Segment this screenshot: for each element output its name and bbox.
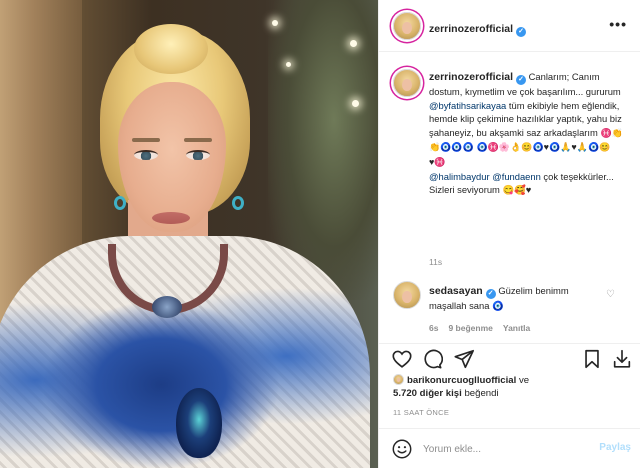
likes-connector: ve: [516, 375, 530, 386]
post-side-panel: zerrinozerofficial ✓ ••• zerrinozeroffici…: [378, 0, 640, 468]
comment-likes[interactable]: 9 beğenme: [448, 323, 492, 333]
paper-plane-icon[interactable]: [453, 348, 475, 370]
comments-list[interactable]: zerrinozerofficial ✓ Canlarım; Canım dost…: [379, 53, 640, 343]
comment-meta: 6s 9 beğenme Yanıtla: [429, 323, 540, 333]
bookmark-icon[interactable]: [581, 348, 603, 370]
likes-suffix: beğendi: [461, 388, 499, 399]
comment-input[interactable]: [423, 439, 583, 459]
caption-mention[interactable]: @fundaenn: [492, 171, 541, 182]
caption-emojis: ♥♓: [429, 156, 446, 167]
subject-eye: [134, 150, 158, 160]
background-light: [352, 100, 359, 107]
heart-icon[interactable]: [391, 348, 413, 370]
liker-avatar[interactable]: [393, 374, 404, 385]
post-timestamp[interactable]: 11 SAAT ÖNCE: [393, 408, 449, 417]
background-light: [350, 40, 357, 47]
caption-avatar[interactable]: [393, 69, 421, 97]
comment-icon[interactable]: [421, 348, 443, 370]
subject-eye: [186, 150, 210, 160]
ellipsis-icon[interactable]: •••: [609, 16, 627, 32]
caption-line: Sizleri seviyorum 😋🥰♥: [429, 184, 532, 196]
subject-earring: [232, 196, 244, 210]
caption-text: zerrinozerofficial ✓ Canlarım; Canım dost…: [429, 70, 629, 197]
subject-lips: [152, 212, 190, 224]
caption-emojis: 🧿♓🌸👌😊🧿♥🧿🙏♥🙏🧿😊: [476, 142, 611, 153]
likes-summary: barikonurcuoglluofficial ve 5.720 diğer …: [393, 374, 633, 400]
comment-text: sedasayan ✓ Güzelim benimm maşallah sana …: [429, 284, 607, 313]
liker-username[interactable]: barikonurcuoglluofficial: [407, 375, 516, 386]
post-header: zerrinozerofficial ✓ •••: [379, 0, 640, 52]
smiley-icon[interactable]: [391, 438, 413, 460]
subject-hair-bun: [134, 24, 208, 74]
comment-age[interactable]: 6s: [429, 323, 438, 333]
comment-composer: Paylaş: [379, 428, 640, 468]
background-light: [272, 20, 278, 26]
author-name-row: zerrinozerofficial ✓: [429, 19, 527, 37]
post-photo[interactable]: [0, 0, 378, 468]
subject-brow: [132, 138, 160, 142]
comment-reply-button[interactable]: Yanıtla: [503, 323, 530, 333]
caption-mention[interactable]: @byfatihsarikayaa: [429, 100, 506, 111]
comment-item: sedasayan ✓ Güzelim benimm maşallah sana …: [393, 281, 633, 337]
download-icon[interactable]: [611, 348, 633, 370]
caption-age[interactable]: 11s: [429, 257, 442, 267]
verified-badge-icon: ✓: [516, 27, 527, 37]
author-username[interactable]: zerrinozerofficial: [429, 23, 513, 35]
author-avatar[interactable]: [393, 12, 421, 40]
subject-earring: [114, 196, 126, 210]
subject-brow: [184, 138, 212, 142]
caption-line: Canlarım;: [528, 71, 570, 82]
caption-mention[interactable]: @halimbaydur: [429, 171, 490, 182]
comment-like-heart-icon[interactable]: ♡: [606, 289, 615, 300]
likes-others[interactable]: 5.720 diğer kişi: [393, 388, 462, 399]
verified-badge-icon: ✓: [485, 289, 496, 299]
caption-username[interactable]: zerrinozerofficial: [429, 71, 513, 83]
action-bar: [379, 343, 640, 373]
commenter-avatar[interactable]: [393, 281, 421, 309]
post-comment-button[interactable]: Paylaş: [599, 442, 631, 453]
caption-line: çok teşekkürler...: [540, 170, 614, 182]
blouse-medallion: [176, 388, 222, 458]
verified-badge-icon: ✓: [516, 75, 527, 85]
blouse-pendant: [152, 296, 182, 318]
background-light: [286, 62, 291, 67]
commenter-username[interactable]: sedasayan: [429, 285, 483, 297]
